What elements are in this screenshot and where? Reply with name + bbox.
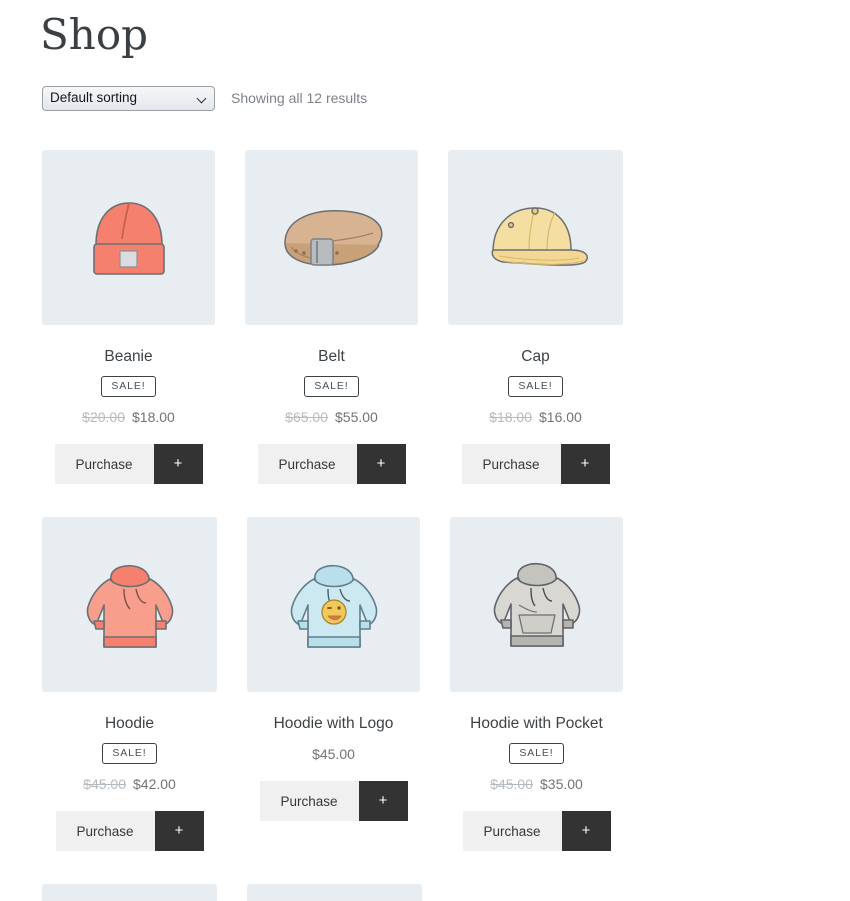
price-current: $35.00 bbox=[540, 776, 583, 792]
product-title[interactable]: Beanie bbox=[104, 347, 152, 367]
product-actions: Purchase + bbox=[461, 444, 610, 484]
product-actions: Purchase + bbox=[257, 444, 406, 484]
page-title: Shop bbox=[40, 10, 148, 59]
sale-badge: SALE! bbox=[102, 743, 157, 764]
hoodie-zipper-icon[interactable] bbox=[42, 884, 217, 901]
product-title[interactable]: Hoodie with Logo bbox=[274, 714, 394, 734]
product-card: Hoodie with Zipper$45.00Purchase+ bbox=[42, 884, 217, 901]
hoodie-pocket-icon[interactable] bbox=[450, 517, 623, 692]
beanie-icon[interactable] bbox=[42, 150, 215, 325]
long-sleeve-tee-icon[interactable] bbox=[247, 884, 422, 901]
add-to-cart-button[interactable]: + bbox=[561, 811, 611, 851]
product-title[interactable]: Hoodie with Pocket bbox=[470, 714, 603, 734]
price-original: $45.00 bbox=[490, 776, 533, 792]
product-title[interactable]: Cap bbox=[521, 347, 549, 367]
price-original: $45.00 bbox=[83, 776, 126, 792]
price-current: $42.00 bbox=[133, 776, 176, 792]
product-card: Long Sleeve Tee$25.00Purchase+ bbox=[247, 884, 422, 901]
add-to-cart-button[interactable]: + bbox=[560, 444, 610, 484]
product-price: $45.00 $42.00 bbox=[83, 775, 176, 793]
price-current: $18.00 bbox=[132, 409, 175, 425]
cap-icon[interactable] bbox=[448, 150, 623, 325]
product-price: $20.00 $18.00 bbox=[82, 408, 175, 426]
product-title[interactable]: Hoodie bbox=[105, 714, 154, 734]
sale-badge: SALE! bbox=[101, 376, 156, 397]
product-actions: Purchase + bbox=[55, 811, 204, 851]
sale-badge: SALE! bbox=[508, 376, 563, 397]
price-original: $18.00 bbox=[489, 409, 532, 425]
shop-page: Shop Default sortingSort by popularitySo… bbox=[0, 0, 850, 901]
purchase-button[interactable]: Purchase bbox=[259, 781, 359, 821]
shop-toolbar: Default sortingSort by popularitySort by… bbox=[42, 86, 367, 111]
product-price: $18.00 $16.00 bbox=[489, 408, 582, 426]
add-to-cart-button[interactable]: + bbox=[153, 444, 203, 484]
purchase-button[interactable]: Purchase bbox=[54, 444, 154, 484]
belt-icon[interactable] bbox=[245, 150, 418, 325]
sorting-select[interactable]: Default sortingSort by popularitySort by… bbox=[42, 86, 215, 111]
price-current: $45.00 bbox=[312, 746, 355, 762]
product-card: Hoodie with Pocket SALE! $45.00 $35.00 Purch… bbox=[450, 517, 623, 851]
price-current: $16.00 bbox=[539, 409, 582, 425]
product-card: Hoodie SALE! $45.00 $42.00 Purchase + bbox=[42, 517, 217, 851]
purchase-button[interactable]: Purchase bbox=[461, 444, 561, 484]
product-card: Hoodie with Logo $45.00 Purchase + bbox=[247, 517, 420, 851]
product-price: $65.00 $55.00 bbox=[285, 408, 378, 426]
product-actions: Purchase + bbox=[462, 811, 611, 851]
purchase-button[interactable]: Purchase bbox=[55, 811, 155, 851]
sale-badge: SALE! bbox=[304, 376, 359, 397]
add-to-cart-button[interactable]: + bbox=[358, 781, 408, 821]
price-current: $55.00 bbox=[335, 409, 378, 425]
sorting-select-wrapper: Default sortingSort by popularitySort by… bbox=[42, 86, 215, 111]
product-card: Belt SALE! $65.00 $55.00 Purchase + bbox=[245, 150, 418, 484]
product-title[interactable]: Belt bbox=[318, 347, 345, 367]
price-original: $65.00 bbox=[285, 409, 328, 425]
product-grid: Beanie SALE! $20.00 $18.00 Purchase + Belt SAL… bbox=[42, 150, 826, 901]
add-to-cart-button[interactable]: + bbox=[154, 811, 204, 851]
sale-badge: SALE! bbox=[509, 743, 564, 764]
purchase-button[interactable]: Purchase bbox=[462, 811, 562, 851]
hoodie-logo-icon[interactable] bbox=[247, 517, 420, 692]
product-card: Cap SALE! $18.00 $16.00 Purchase + bbox=[448, 150, 623, 484]
purchase-button[interactable]: Purchase bbox=[257, 444, 357, 484]
add-to-cart-button[interactable]: + bbox=[356, 444, 406, 484]
product-actions: Purchase + bbox=[54, 444, 203, 484]
product-card: Beanie SALE! $20.00 $18.00 Purchase + bbox=[42, 150, 215, 484]
product-actions: Purchase + bbox=[259, 781, 408, 821]
hoodie-icon[interactable] bbox=[42, 517, 217, 692]
result-count: Showing all 12 results bbox=[231, 90, 368, 106]
product-price: $45.00 $35.00 bbox=[490, 775, 583, 793]
price-original: $20.00 bbox=[82, 409, 125, 425]
product-price: $45.00 bbox=[312, 745, 355, 763]
